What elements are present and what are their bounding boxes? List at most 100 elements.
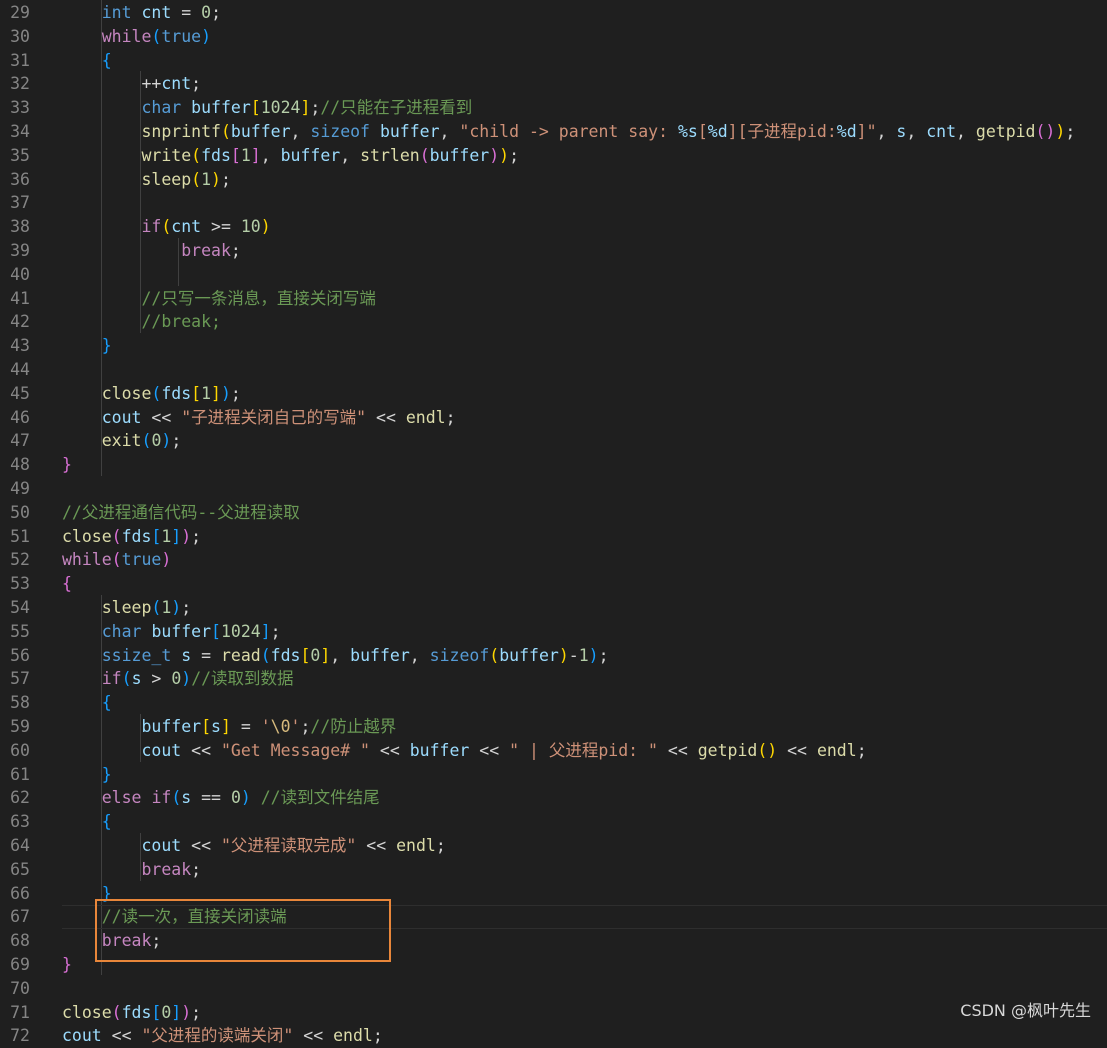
code-text[interactable]: while(true) (62, 25, 211, 49)
code-token: ) (1055, 122, 1066, 141)
code-line[interactable]: 64 cout << "父进程读取完成" << endl; (0, 834, 1107, 858)
code-text[interactable]: { (62, 49, 112, 73)
code-line[interactable]: 54 sleep(1); (0, 596, 1107, 620)
code-line[interactable]: 45 close(fds[1]); (0, 382, 1107, 406)
code-line[interactable]: 53 { (0, 572, 1107, 596)
code-token: ) (181, 669, 192, 689)
code-text[interactable]: } (62, 763, 112, 787)
code-text[interactable]: snprintf(buffer, sizeof buffer, "child -… (62, 120, 1075, 144)
code-line[interactable]: 33 char buffer[1024];//只能在子进程看到 (0, 96, 1107, 120)
code-token: , (340, 145, 361, 165)
code-line[interactable]: 72 cout << "父进程的读端关闭" << endl; (0, 1024, 1107, 1048)
code-line[interactable]: 51 close(fds[1]); (0, 525, 1107, 549)
code-text[interactable]: sleep(1); (62, 596, 191, 620)
code-line[interactable]: 37 (0, 191, 1107, 215)
code-line[interactable]: 49 (0, 477, 1107, 501)
code-text[interactable]: write(fds[1], buffer, strlen(buffer)); (62, 144, 519, 168)
line-number: 41 (10, 288, 30, 308)
code-text[interactable]: break; (62, 239, 241, 263)
line-number: 59 (10, 717, 30, 736)
code-token: snprintf (141, 122, 221, 141)
code-text[interactable]: ++cnt; (62, 72, 201, 96)
code-text[interactable]: } (62, 334, 112, 358)
code-line[interactable]: 35 write(fds[1], buffer, strlen(buffer))… (0, 144, 1107, 168)
code-line[interactable]: 46 cout << "子进程关闭自己的写端" << endl; (0, 406, 1107, 430)
code-line[interactable]: 61 } (0, 763, 1107, 787)
watermark: CSDN @枫叶先生 (960, 1001, 1091, 1020)
code-token: 0 (161, 1002, 172, 1022)
code-text[interactable]: sleep(1); (62, 168, 230, 192)
code-text[interactable]: char buffer[1024];//只能在子进程看到 (62, 96, 472, 120)
code-text[interactable]: close(fds[1]); (62, 525, 201, 549)
code-text[interactable]: { (62, 810, 112, 834)
code-text[interactable]: { (62, 572, 72, 596)
code-line[interactable]: 38 if(cnt >= 10) (0, 215, 1107, 239)
code-line[interactable]: 39 break; (0, 239, 1107, 263)
code-text[interactable]: if(cnt >= 10) (62, 215, 270, 239)
code-line[interactable]: 56 ssize_t s = read(fds[0], buffer, size… (0, 644, 1107, 668)
code-text[interactable]: break; (62, 858, 201, 882)
code-line[interactable]: 65 break; (0, 858, 1107, 882)
code-text[interactable]: } (62, 953, 72, 977)
code-token: //只写一条消息，直接关闭写端 (141, 288, 376, 308)
code-line[interactable]: 41 //只写一条消息，直接关闭写端 (0, 287, 1107, 311)
code-token: } (62, 455, 72, 475)
code-line[interactable]: 32 ++cnt; (0, 72, 1107, 96)
code-text[interactable]: close(fds[0]); (62, 1001, 201, 1025)
code-line[interactable]: 47 exit(0); (0, 429, 1107, 453)
code-line[interactable]: 52 while(true) (0, 548, 1107, 572)
code-token: , (956, 122, 976, 141)
code-text[interactable]: else if(s == 0) //读到文件结尾 (62, 786, 380, 810)
code-text[interactable]: cout << "子进程关闭自己的写端" << endl; (62, 406, 456, 430)
line-number: 29 (10, 3, 30, 22)
code-line[interactable]: 63 { (0, 810, 1107, 834)
code-text[interactable]: { (62, 691, 112, 715)
code-line[interactable]: 70 (0, 977, 1107, 1001)
code-token: cout (141, 740, 182, 760)
code-text[interactable]: //父进程通信代码--父进程读取 (62, 501, 300, 525)
code-line[interactable]: 42 //break; (0, 310, 1107, 334)
code-text[interactable]: int cnt = 0; (62, 1, 221, 25)
code-text[interactable]: close(fds[1]); (62, 382, 241, 406)
code-line[interactable]: 60 cout << "Get Message# " << buffer << … (0, 739, 1107, 763)
code-line[interactable]: 34 snprintf(buffer, sizeof buffer, "chil… (0, 120, 1107, 144)
code-line[interactable]: 29 int cnt = 0; (0, 1, 1107, 25)
code-text[interactable]: cout << "Get Message# " << buffer << " |… (62, 739, 866, 763)
code-line[interactable]: 36 sleep(1); (0, 168, 1107, 192)
code-text[interactable]: cout << "父进程的读端关闭" << endl; (62, 1024, 383, 1048)
code-text[interactable]: //只写一条消息，直接关闭写端 (62, 287, 376, 311)
code-text[interactable]: //break; (62, 310, 220, 334)
code-line[interactable]: 31 { (0, 49, 1107, 73)
code-text[interactable]: if(s > 0)//读取到数据 (62, 667, 294, 691)
code-text[interactable]: while(true) (62, 548, 171, 572)
code-text[interactable]: } (62, 453, 72, 477)
code-text[interactable]: ssize_t s = read(fds[0], buffer, sizeof(… (62, 644, 609, 668)
code-line[interactable]: 59 buffer[s] = '\0';//防止越界 (0, 715, 1107, 739)
code-line[interactable]: 43 } (0, 334, 1107, 358)
code-token: ] (220, 717, 231, 736)
code-line[interactable]: 50 //父进程通信代码--父进程读取 (0, 501, 1107, 525)
code-text[interactable]: buffer[s] = '\0';//防止越界 (62, 715, 396, 739)
code-token: ; (509, 145, 520, 165)
code-line[interactable]: 57 if(s > 0)//读取到数据 (0, 667, 1107, 691)
code-line[interactable]: 30 while(true) (0, 25, 1107, 49)
code-line[interactable]: 58 { (0, 691, 1107, 715)
code-text[interactable]: cout << "父进程读取完成" << endl; (62, 834, 445, 858)
code-text[interactable]: char buffer[1024]; (62, 620, 281, 644)
code-token: cnt (926, 122, 957, 141)
code-line[interactable]: 48} (0, 453, 1107, 477)
code-token: << (293, 1026, 334, 1046)
code-token: , (409, 645, 430, 665)
code-line[interactable]: 40 (0, 263, 1107, 287)
line-number: 56 (10, 645, 30, 665)
code-token: sizeof (429, 645, 490, 665)
code-line[interactable]: 44 (0, 358, 1107, 382)
code-line[interactable]: 62 else if(s == 0) //读到文件结尾 (0, 786, 1107, 810)
code-line[interactable]: 71 close(fds[0]); (0, 1001, 1107, 1025)
code-text[interactable]: exit(0); (62, 429, 182, 453)
code-line[interactable]: 55 char buffer[1024]; (0, 620, 1107, 644)
code-editor[interactable]: 29 int cnt = 0; 30 while(true) 31 {32 ++cn… (0, 0, 1107, 1045)
